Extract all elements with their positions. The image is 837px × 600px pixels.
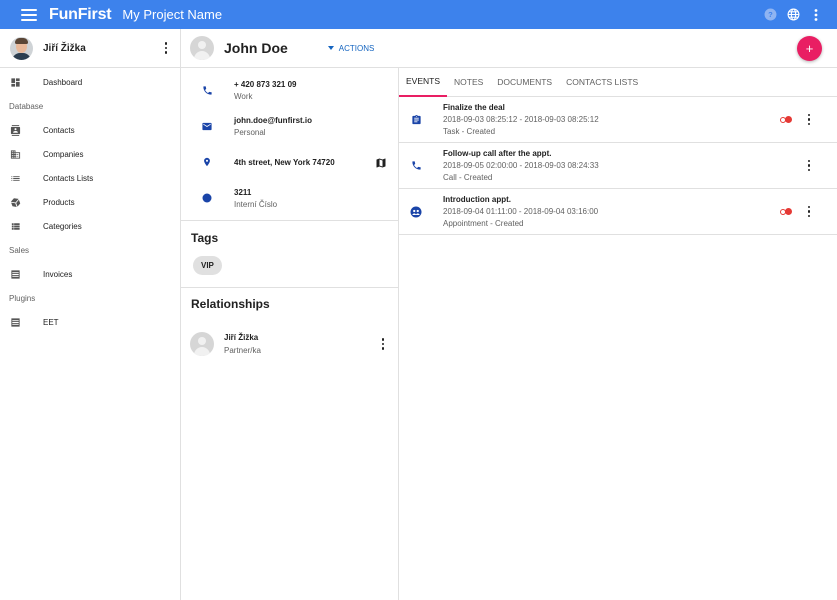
tag-chip[interactable]: VIP (193, 256, 222, 275)
tab-documents[interactable]: DOCUMENTS (490, 68, 559, 97)
companies-icon (10, 149, 21, 160)
sidebar-section-database: Database (9, 101, 44, 111)
sidebar-section-sales: Sales (9, 245, 30, 255)
email-icon (201, 120, 213, 132)
contacts-icon (10, 124, 21, 136)
relationships-title: Relationships (191, 297, 270, 311)
help-icon[interactable]: ? (763, 8, 777, 22)
relationship-more-icon[interactable] (381, 338, 385, 350)
app-bar: FunFirst My Project Name ? (0, 0, 837, 29)
products-icon (10, 197, 21, 208)
menu-icon[interactable] (21, 8, 37, 21)
event-status: Appointment - Created (443, 219, 524, 228)
phone-icon (201, 84, 213, 96)
eet-icon (10, 317, 21, 328)
event-status: Call - Created (443, 173, 493, 182)
tab-contacts-lists[interactable]: CONTACTS LISTS (559, 68, 645, 97)
tags-title: Tags (191, 231, 219, 245)
detail-email[interactable]: john.doe@funfirst.io Personal (181, 108, 398, 144)
sidebar-item-companies[interactable]: Companies (0, 142, 180, 166)
sidebar-user: Jiří Žižka (0, 29, 180, 68)
sidebar-item-categories[interactable]: Categories (0, 214, 180, 238)
sidebar-item-dashboard[interactable]: Dashboard (0, 70, 180, 94)
event-marker-icon (780, 208, 792, 215)
detail-address[interactable]: 4th street, New York 74720 (181, 144, 398, 180)
event-time: 2018-09-05 02:00:00 - 2018-09-03 08:24:3… (443, 161, 599, 170)
list-icon (10, 173, 21, 184)
task-icon (410, 114, 422, 126)
dashboard-icon (10, 77, 21, 88)
event-item[interactable]: Introduction appt. 2018-09-04 01:11:00 -… (399, 189, 837, 235)
email-type: Personal (234, 127, 266, 137)
tab-events[interactable]: EVENTS (399, 68, 448, 97)
arrow-drop-down-icon (327, 46, 334, 50)
event-item[interactable]: Follow-up call after the appt. 2018-09-0… (399, 143, 837, 189)
contact-header: John Doe ACTIONS + (181, 29, 837, 68)
user-more-icon[interactable] (164, 42, 168, 54)
avatar[interactable] (10, 36, 33, 60)
phone-icon (410, 160, 422, 172)
contact-avatar[interactable] (190, 36, 214, 60)
event-marker-icon (780, 116, 792, 123)
globe-icon[interactable] (786, 8, 800, 22)
event-item[interactable]: Finalize the deal 2018-09-03 08:25:12 - … (399, 97, 837, 143)
categories-icon (10, 221, 21, 232)
sidebar: Jiří Žižka Dashboard Database Contacts C… (0, 29, 181, 600)
detail-internal-number[interactable]: 3211 Interní Číslo (181, 180, 398, 216)
event-more-icon[interactable] (807, 206, 811, 218)
avatar (190, 332, 214, 356)
more-vert-icon[interactable] (809, 8, 823, 22)
user-name: Jiří Žižka (43, 42, 86, 54)
phone-number: + 420 873 321 09 (234, 79, 297, 89)
relationship-name: Jiří Žižka (224, 333, 259, 342)
map-icon[interactable] (375, 156, 387, 168)
event-time: 2018-09-04 01:11:00 - 2018-09-04 03:16:0… (443, 207, 599, 216)
invoices-icon (10, 269, 21, 280)
phone-type: Work (234, 91, 253, 101)
dot-icon (201, 192, 213, 204)
event-title: Finalize the deal (443, 103, 505, 112)
app-logo[interactable]: FunFirst (49, 6, 112, 24)
tab-notes[interactable]: NOTES (447, 68, 490, 97)
sidebar-section-plugins: Plugins (9, 293, 36, 303)
contact-name: John Doe (224, 40, 288, 56)
event-status: Task - Created (443, 127, 496, 136)
email-address: john.doe@funfirst.io (234, 115, 313, 125)
event-more-icon[interactable] (807, 160, 811, 172)
detail-phone[interactable]: + 420 873 321 09 Work (181, 72, 398, 108)
project-name[interactable]: My Project Name (122, 7, 222, 22)
actions-button[interactable]: ACTIONS (327, 44, 374, 53)
svg-text:?: ? (768, 10, 773, 19)
relationship-item[interactable]: Jiří Žižka Partner/ka (181, 324, 398, 364)
event-more-icon[interactable] (807, 114, 811, 126)
event-title: Follow-up call after the appt. (443, 149, 552, 158)
location-icon (201, 156, 213, 168)
sidebar-item-invoices[interactable]: Invoices (0, 262, 180, 286)
relationship-role: Partner/ka (224, 346, 261, 355)
add-button[interactable]: + (797, 36, 822, 61)
activity-panel: EVENTS NOTES DOCUMENTS CONTACTS LISTS Fi… (399, 68, 837, 600)
event-title: Introduction appt. (443, 195, 511, 204)
sidebar-item-eet[interactable]: EET (0, 310, 180, 334)
event-time: 2018-09-03 08:25:12 - 2018-09-03 08:25:1… (443, 115, 599, 124)
internal-number-label: Interní Číslo (234, 199, 278, 209)
internal-number: 3211 (234, 187, 252, 197)
address: 4th street, New York 74720 (234, 157, 335, 167)
sidebar-item-contacts-lists[interactable]: Contacts Lists (0, 166, 180, 190)
sidebar-item-contacts[interactable]: Contacts (0, 118, 180, 142)
appointment-icon (410, 206, 422, 218)
tab-bar: EVENTS NOTES DOCUMENTS CONTACTS LISTS (399, 68, 837, 97)
sidebar-item-products[interactable]: Products (0, 190, 180, 214)
contact-details-panel: + 420 873 321 09 Work john.doe@funfirst.… (181, 68, 399, 600)
